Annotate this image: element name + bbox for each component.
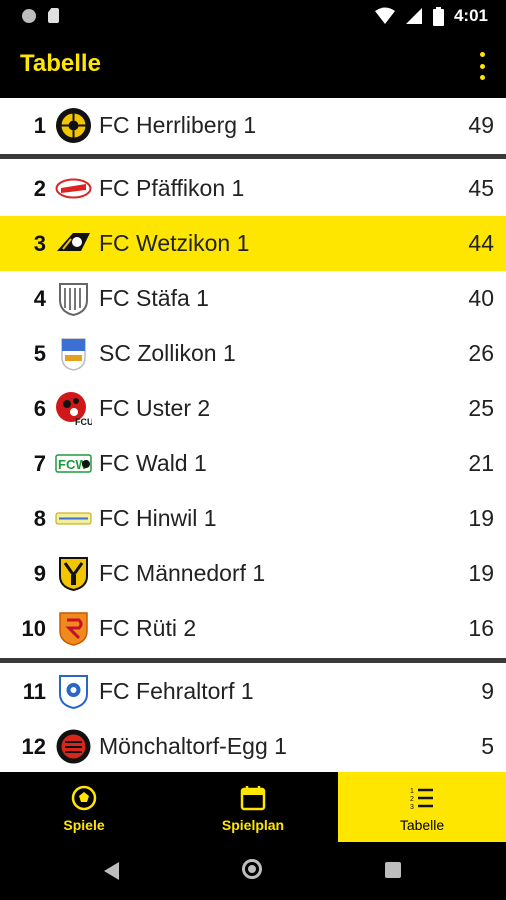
rank: 8 [33, 506, 46, 531]
team-name: FC Wetzikon 1 [99, 230, 250, 256]
team-points: 5 [481, 733, 494, 759]
team-points: 25 [468, 395, 494, 421]
table-row[interactable]: 1 FC Herrliberg 1 49 [0, 98, 506, 153]
team-name: Mönchaltorf-Egg 1 [99, 733, 287, 759]
soccer-ball-icon [71, 785, 97, 811]
team-name: FC Fehraltorf 1 [99, 678, 254, 704]
team-points: 19 [468, 560, 494, 586]
uster-crest-icon: FCU [56, 392, 92, 427]
team-name: FC Hinwil 1 [99, 505, 217, 531]
pfaeffikon-crest-icon [55, 178, 92, 199]
home-icon[interactable] [242, 859, 262, 879]
status-bar: 4:01 [0, 0, 506, 34]
system-navigation-bar [0, 842, 506, 900]
team-name: FC Rüti 2 [99, 615, 197, 641]
table-row[interactable]: 4 FC Stäfa 1 40 [0, 271, 506, 326]
rank: 1 [33, 113, 46, 138]
team-name: FC Pfäffikon 1 [99, 175, 245, 201]
team-points: 44 [468, 230, 494, 256]
back-icon[interactable] [104, 862, 119, 880]
signal-icon [405, 8, 422, 24]
nav-spiele[interactable]: Spiele [0, 772, 168, 842]
nav-label: Spiele [63, 817, 105, 833]
wifi-icon [374, 7, 395, 24]
team-points: 26 [468, 340, 494, 366]
table-row[interactable]: 8 FC Hinwil 1 19 [0, 491, 506, 546]
notification-dot-icon [22, 8, 36, 23]
team-points: 16 [468, 615, 494, 641]
rank: 2 [33, 176, 46, 201]
team-points: 21 [468, 450, 494, 476]
nav-spielplan[interactable]: Spielplan [169, 772, 337, 842]
wald-crest-icon: FCW [55, 454, 92, 473]
nav-label: Spielplan [221, 817, 285, 833]
table-row[interactable]: 7 FCW FC Wald 1 21 [0, 436, 506, 491]
sd-card-icon [48, 8, 59, 23]
calendar-icon [240, 786, 266, 811]
svg-text:3: 3 [410, 804, 414, 811]
svg-text:FCU: FCU [75, 417, 92, 427]
maennedorf-crest-icon [59, 557, 88, 592]
team-points: 9 [481, 678, 494, 704]
table-row[interactable]: 6 FCU FC Uster 2 25 [0, 381, 506, 436]
team-name: SC Zollikon 1 [99, 340, 236, 366]
relegation-separator [0, 658, 506, 663]
team-name: FC Männedorf 1 [99, 560, 266, 586]
nav-tabelle[interactable]: 1 2 3 Tabelle [338, 772, 506, 842]
bottom-navigation: Spiele Spielplan 1 2 3 Tabelle [0, 772, 506, 842]
league-table: 1 FC Herrliberg 1 49 2 FC Pfäffikon 1 45… [0, 98, 506, 772]
table-row[interactable]: 2 FC Pfäffikon 1 45 [0, 161, 506, 216]
recent-apps-icon[interactable] [385, 862, 401, 878]
rank: 6 [33, 396, 46, 421]
team-points: 49 [468, 112, 494, 138]
table-row[interactable]: 5 SC Zollikon 1 26 [0, 326, 506, 381]
team-points: 40 [468, 285, 494, 311]
clock: 4:01 [453, 6, 488, 25]
table-row[interactable]: 11 FC Fehraltorf 1 9 [0, 664, 506, 719]
svg-text:2: 2 [410, 796, 414, 803]
herrliberg-crest-icon [56, 108, 91, 143]
rank: 4 [33, 286, 46, 311]
team-name: FC Wald 1 [99, 450, 207, 476]
hinwil-crest-icon [55, 512, 92, 525]
fehraltorf-crest-icon [59, 675, 88, 710]
rank: 11 [22, 679, 46, 704]
team-name: FC Herrliberg 1 [99, 112, 257, 138]
rank: 12 [21, 734, 46, 759]
moenchaltorf-crest-icon [56, 729, 91, 764]
svg-text:1: 1 [410, 788, 414, 795]
team-points: 45 [468, 175, 494, 201]
table-row[interactable]: 10 FC Rüti 2 16 [0, 601, 506, 656]
app-bar: Tabelle [0, 34, 506, 98]
team-name: FC Uster 2 [99, 395, 211, 421]
nav-label: Tabelle [399, 817, 445, 833]
table-row[interactable]: 9 FC Männedorf 1 19 [0, 546, 506, 601]
staefa-crest-icon [59, 283, 88, 317]
promotion-separator [0, 154, 506, 159]
list-icon: 1 2 3 [410, 788, 433, 811]
rueti-crest-icon [59, 612, 88, 646]
wetzikon-crest-icon [57, 233, 90, 251]
team-points: 19 [468, 505, 494, 531]
battery-icon [432, 6, 444, 26]
rank: 5 [33, 341, 46, 366]
table-row[interactable]: 12 Mönchaltorf-Egg 1 5 [0, 719, 506, 772]
rank: 3 [33, 231, 46, 256]
rank: 10 [21, 616, 46, 641]
rank: 9 [33, 561, 46, 586]
page-title: Tabelle [20, 50, 101, 77]
zollikon-crest-icon [61, 338, 86, 371]
rank: 7 [33, 451, 46, 476]
team-name: FC Stäfa 1 [99, 285, 209, 311]
table-row-highlighted[interactable]: 3 FC Wetzikon 1 44 [0, 216, 506, 271]
more-options-icon[interactable] [478, 52, 486, 80]
